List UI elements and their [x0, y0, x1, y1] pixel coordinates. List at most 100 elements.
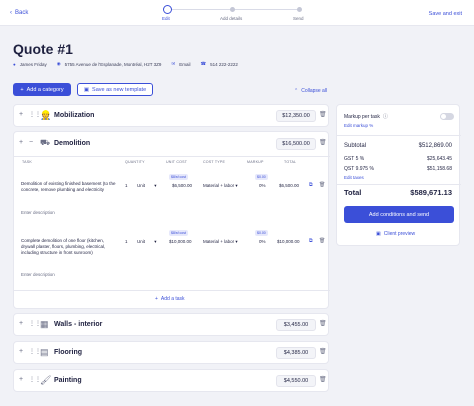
page-title: Quote #1: [13, 41, 73, 57]
expand-icon[interactable]: +: [19, 111, 23, 118]
markup-toggle[interactable]: [440, 113, 454, 120]
step-send-dot[interactable]: [297, 7, 302, 12]
trash-icon[interactable]: 🗑: [319, 139, 327, 146]
paint-roller-icon: 🖌: [40, 375, 52, 385]
subtotal-value: $512,869.00: [418, 143, 452, 149]
unit-cost-value[interactable]: $6,500.00: [172, 183, 192, 188]
unit-select[interactable]: Unit ▾: [137, 183, 157, 189]
cost-type-select[interactable]: Material + labor ▾: [203, 183, 238, 189]
plus-icon: +: [20, 86, 24, 93]
expand-icon[interactable]: +: [19, 139, 23, 146]
step-details-label: Add details: [220, 16, 243, 21]
gst-value: $25,643.45: [426, 156, 452, 162]
divider: [337, 135, 461, 136]
save-exit-button[interactable]: Save and exit: [429, 11, 462, 17]
quantity-value[interactable]: 1: [125, 239, 128, 244]
trash-icon[interactable]: 🗑: [319, 376, 327, 383]
chevron-left-icon: ‹: [10, 10, 12, 16]
unit-select[interactable]: Unit ▾: [137, 239, 157, 245]
markup-tag: $0.00: [255, 230, 268, 236]
trash-icon[interactable]: 🗑: [319, 320, 327, 327]
toggle-knob: [441, 114, 446, 119]
trash-icon[interactable]: 🗑: [319, 238, 325, 244]
expand-icon[interactable]: +: [19, 376, 23, 383]
task-text[interactable]: Demolition of existing finished basement…: [21, 181, 119, 193]
step-send-label: Send: [293, 16, 304, 21]
unit-cost-tag: $8/sf cost: [169, 230, 188, 236]
category-total: $12,350.00: [276, 110, 316, 122]
category-title: Painting: [54, 377, 82, 384]
trash-icon[interactable]: 🗑: [319, 348, 327, 355]
client-preview-button[interactable]: ▣ Client preview: [376, 231, 415, 237]
expand-icon[interactable]: +: [19, 320, 23, 327]
markup-value[interactable]: 0%: [259, 239, 266, 244]
save-template-button[interactable]: ▣ Save as new template: [77, 83, 153, 96]
phone-icon: ☎: [200, 61, 207, 66]
description-input[interactable]: Enter description: [21, 210, 55, 215]
client-info: ● James Friday ◉ 5755 Avenue de l'Esplan…: [13, 61, 238, 67]
duplicate-icon[interactable]: ⧉: [309, 238, 313, 244]
gst-label: GST 5 %: [344, 156, 365, 162]
category-total: $4,385.00: [276, 347, 316, 359]
quantity-value[interactable]: 1: [125, 183, 128, 188]
divider: [14, 156, 330, 157]
add-category-button[interactable]: + Add a category: [13, 83, 71, 96]
header-markup: MARKUP: [247, 160, 264, 164]
cost-type-select[interactable]: Material + labor ▾: [203, 239, 238, 245]
stepper: Edit Add details Send: [150, 4, 320, 24]
row-total: $6,500.00: [279, 183, 300, 188]
markup-tag: $0.00: [255, 174, 268, 180]
collapse-icon[interactable]: −: [29, 139, 33, 146]
client-email[interactable]: Email: [179, 62, 190, 67]
expand-icon[interactable]: +: [19, 348, 23, 355]
category-title: Walls - interior: [54, 321, 103, 328]
chevron-up-icon: ⌃: [294, 88, 299, 94]
total-label: Total: [344, 188, 362, 197]
trash-icon[interactable]: 🗑: [319, 111, 327, 118]
wall-icon: ▦: [40, 319, 49, 329]
category-total: $4,550.00: [276, 375, 316, 387]
row-total: $10,000.00: [277, 239, 300, 244]
caret-down-icon: ▾: [154, 183, 157, 188]
category-walls-interior[interactable]: + ⋮⋮ ▦ Walls - interior $3,455.00 🗑: [13, 313, 329, 336]
client-name: James Friday: [19, 61, 47, 67]
caret-down-icon: ▾: [235, 183, 238, 188]
category-title: Flooring: [54, 349, 82, 356]
template-icon: ▣: [83, 86, 90, 93]
category-painting[interactable]: + ⋮⋮ 🖌 Painting $4,550.00 🗑: [13, 369, 329, 392]
divider: [14, 290, 330, 291]
qst-value: $51,158.68: [426, 166, 452, 172]
header-total: TOTAL: [284, 160, 297, 164]
category-total: $3,455.00: [276, 319, 316, 331]
category-demolition[interactable]: + − ⛟ Demolition $16,500.00 🗑 TASK QUANT…: [13, 131, 330, 309]
back-button[interactable]: ‹ Back: [10, 10, 28, 16]
collapse-all-button[interactable]: ⌃ Collapse all: [294, 88, 327, 94]
add-task-button[interactable]: + Add a task: [155, 296, 185, 302]
category-flooring[interactable]: + ⋮⋮ ▤ Flooring $4,385.00 🗑: [13, 341, 329, 364]
step-edit-dot[interactable]: [163, 5, 172, 14]
category-total: $16,500.00: [276, 138, 316, 150]
markup-value[interactable]: 0%: [259, 183, 266, 188]
table-row: Demolition of existing finished basement…: [14, 169, 330, 221]
total-value: $589,671.13: [410, 188, 452, 197]
info-icon: ⓘ: [382, 114, 388, 120]
trash-icon[interactable]: 🗑: [319, 182, 325, 188]
client-address: 5755 Avenue de l'Esplanade, Montréal, H2…: [64, 61, 162, 67]
edit-markup-link[interactable]: Edit markup %: [344, 123, 373, 128]
duplicate-icon[interactable]: ⧉: [309, 182, 313, 188]
add-conditions-send-button[interactable]: Add conditions and send: [344, 206, 454, 223]
summary-panel: Markup per task ⓘ Edit markup % Subtotal…: [336, 104, 461, 246]
caret-down-icon: ▾: [235, 239, 238, 244]
header-task: TASK: [22, 160, 32, 164]
worker-icon: 👷: [40, 110, 52, 120]
task-text[interactable]: Complete demolition of one floor (kitche…: [21, 238, 119, 256]
description-input[interactable]: Enter description: [21, 272, 55, 277]
truck-icon: ⛟: [40, 138, 51, 147]
subtotal-label: Subtotal: [344, 143, 367, 149]
plus-icon: +: [155, 296, 158, 302]
step-details-dot[interactable]: [230, 7, 235, 12]
edit-taxes-link[interactable]: Edit taxes: [344, 175, 364, 180]
category-mobilization[interactable]: + ⋮⋮ 👷 Mobilization $12,350.00 🗑: [13, 104, 329, 127]
unit-cost-value[interactable]: $10,000.00: [169, 239, 192, 244]
category-title: Mobilization: [54, 112, 95, 119]
